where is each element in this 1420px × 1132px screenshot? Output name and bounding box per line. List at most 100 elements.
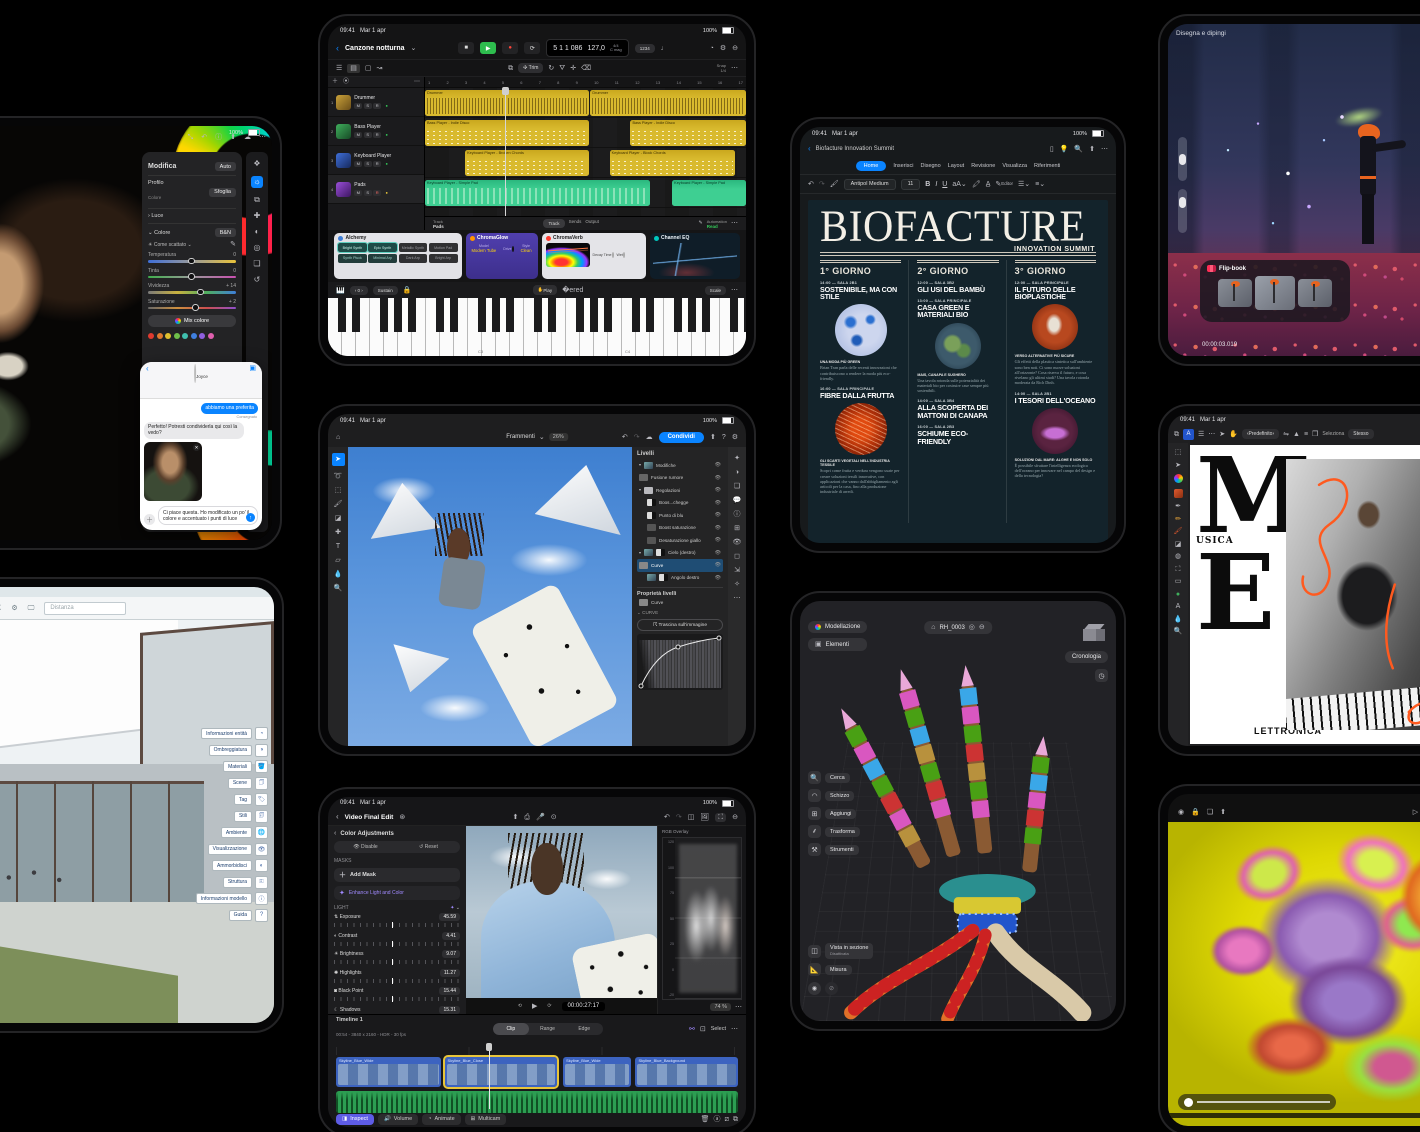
multicam-button[interactable]: ⊞ Multicam [465,1114,507,1125]
keyboard-select-icon[interactable]: 🎹 [336,286,345,295]
record-enable-button[interactable]: R [373,161,381,168]
layer-row[interactable]: Desaturazione giallo👁 [637,534,723,547]
drag-on-image-button[interactable]: ☈ Trascina sull'immagine [637,619,723,631]
pages-icon[interactable]: ⧉ [1174,431,1179,438]
trash-icon[interactable]: 🗑 [701,1116,710,1123]
lock-icon[interactable]: 🔒 [403,286,412,295]
font-color-icon[interactable]: A̲ [986,181,991,188]
text-tool-icon[interactable]: T [336,543,340,550]
layer-group-row[interactable]: ▾Regolazioni👁 [637,484,723,497]
audio-track[interactable] [336,1091,738,1113]
more-icon[interactable]: ⋯ [734,595,741,602]
back-icon[interactable]: ‹ [146,365,149,373]
video-preview[interactable] [466,826,657,998]
select-tool-icon[interactable]: ⬚ [1175,449,1182,456]
layer-row[interactable]: Fusione rumore👁 [637,472,723,485]
record-icon[interactable]: ◉ [1178,809,1184,816]
automation-icon[interactable]: ↝ [377,65,383,72]
visibility-icon[interactable]: 👁 [715,500,721,506]
wet-knob[interactable] [623,252,625,258]
camera-select-icon[interactable]: ⊡ [700,1026,706,1033]
tab-clip[interactable]: Clip [493,1023,530,1035]
tab-track[interactable]: Track [543,219,564,228]
cycle-button[interactable]: ⟳ [524,42,540,54]
materials-button[interactable]: Materiali🪣 [223,760,268,773]
import-icon[interactable]: ⎙ [524,814,530,821]
enhance-button[interactable]: ✦Enhance Light and Color [334,886,460,900]
solo-button[interactable]: S [364,161,372,168]
play-surface-button[interactable]: ✋ Play [533,285,557,295]
settings-icon[interactable]: ⚙ [720,45,726,52]
flipbook-panel[interactable]: Flip-book [1200,260,1350,322]
select-same-button[interactable]: Seleziona [1322,431,1344,437]
more-icon[interactable]: ⋯ [1101,146,1108,153]
visibility-icon[interactable]: 👁 [715,575,721,581]
solo-button[interactable]: S [364,132,372,139]
region[interactable]: Keyboard Player - Simple Pad [672,180,746,206]
italic-button[interactable]: I [935,181,937,188]
heal-tool-icon[interactable]: ✚ [335,529,341,536]
layer-row[interactable]: Boos...chegge👁 [637,497,723,510]
bullets-icon[interactable]: ☰⌄ [1018,181,1030,188]
region[interactable]: Keyboard Player - Simple Pad [425,180,650,206]
environment-button[interactable]: Ambiente🌐 [221,826,268,839]
mobile-view-icon[interactable]: ▯ [1050,146,1054,153]
color-section[interactable]: ⌄ Colore [148,230,170,236]
fx-icon[interactable]: ✧ [734,581,740,588]
redo-icon[interactable]: ↷ [819,181,825,188]
mute-button[interactable]: M [354,103,362,110]
region[interactable]: Bass Player - Indie Disco [630,120,746,146]
wand-icon[interactable]: ✦ [450,906,454,911]
close-icon[interactable]: ✕ [193,444,200,451]
play-icon[interactable]: ▷ [1413,809,1418,816]
tab-layout[interactable]: Layout [948,163,965,169]
help-icon[interactable]: ? [722,434,726,441]
text-effects-icon[interactable]: aA⌄ [952,181,966,188]
tool-transform[interactable]: ⸙Trasforma [808,825,860,838]
eraser-tool-icon[interactable]: ◪ [1175,541,1182,548]
viewer-zoom[interactable]: 74 % [710,1003,731,1011]
solo-button[interactable]: S [364,190,372,197]
snap-icon[interactable]: ◉ [808,982,821,995]
message-input[interactable]: Ci piace questa. Ho modificato un po' il… [158,506,258,525]
region[interactable]: Keyboard Player - Broken Chords [465,150,589,176]
copy-icon[interactable]: ⧉ [508,65,513,72]
properties-icon[interactable]: ✦ [734,455,740,462]
visibility-icon[interactable]: 👁 [715,462,721,468]
presets-icon[interactable]: ❖ [253,160,260,168]
tab-output[interactable]: Output [585,219,599,228]
project-title[interactable]: Video Final Edit [345,814,394,821]
text-tool-icon[interactable]: A [1176,603,1181,610]
sustain-button[interactable]: Sustain [373,286,398,295]
more-icon[interactable]: ⋯ [735,1004,742,1011]
crop-tool-icon[interactable]: ⧉ [254,196,260,204]
more-icon[interactable]: ⋯ [731,286,738,295]
brush-size-slider[interactable] [1178,137,1187,181]
frame-thumb-current[interactable] [1255,276,1295,310]
mixer-icon[interactable]: ◔ [710,45,714,52]
bw-button[interactable]: B&N [215,228,236,237]
measure-button[interactable]: 📐Misura [808,963,873,976]
more-icon[interactable]: ⋯ [731,65,738,72]
disable-button[interactable]: 👁 Disable [334,841,397,853]
slider-saturation[interactable]: Saturazione+ 2 [148,299,236,310]
clip-selected[interactable]: Skyline_Blue_Close [445,1057,558,1087]
modeling-button[interactable]: Modellazione [808,621,867,633]
zoom-tool-icon[interactable]: 🔍 [334,585,343,592]
camera-icon[interactable]: ⊙ [551,814,557,821]
group-icon[interactable]: ⦿ [343,79,349,85]
font-size-select[interactable]: 11 [901,179,921,190]
underline-button[interactable]: U [942,181,947,188]
chevron-down-icon[interactable]: ⌄ [411,45,417,52]
eraser-tool-icon[interactable]: ◪ [335,515,342,522]
align-icon[interactable]: ≡ [1304,431,1308,438]
play-button[interactable]: ▶ [480,42,496,54]
format-painter-icon[interactable]: 🖌 [830,181,839,188]
entity-info-button[interactable]: Informazioni entità◔ [201,727,268,740]
speed-right[interactable]: ⟳ [547,1003,551,1009]
share-icon[interactable]: ⬆ [1089,146,1095,153]
share-icon[interactable]: ⬆ [1220,809,1226,816]
plugin-power-icon[interactable] [338,236,343,241]
animate-button[interactable]: ◔ Animate [422,1114,461,1125]
tool-sketch[interactable]: ◠Schizzo [808,789,860,802]
